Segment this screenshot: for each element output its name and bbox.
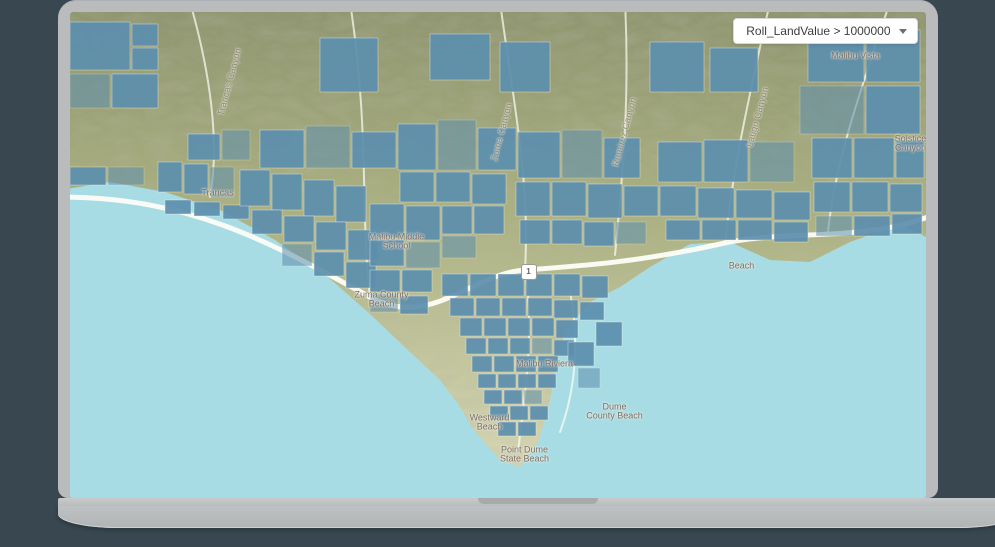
laptop-hinge (58, 498, 995, 506)
map-canvas[interactable]: Malibu Vista Malibu Middle School Zuma C… (70, 12, 926, 498)
laptop-bezel: Malibu Vista Malibu Middle School Zuma C… (58, 0, 938, 498)
map-viewport[interactable]: Malibu Vista Malibu Middle School Zuma C… (70, 12, 926, 498)
land-layer (70, 12, 926, 498)
filter-expression-text: Roll_LandValue > 1000000 (746, 24, 890, 38)
highway-1-shield: 1 (521, 264, 537, 280)
laptop-notch (478, 498, 598, 504)
laptop-frame: Malibu Vista Malibu Middle School Zuma C… (58, 0, 938, 528)
laptop-base (58, 506, 995, 528)
filter-expression-dropdown[interactable]: Roll_LandValue > 1000000 (733, 18, 917, 44)
chevron-down-icon (899, 29, 907, 34)
